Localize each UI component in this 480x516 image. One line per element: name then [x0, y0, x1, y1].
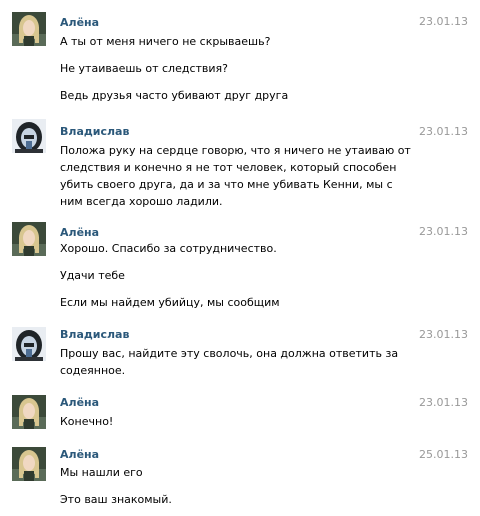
author-link[interactable]: Владислав: [60, 328, 129, 342]
message-text: Прошу вас, найдите эту сволочь, она долж…: [60, 347, 399, 377]
message-text: Удачи тебе: [60, 269, 125, 282]
avatar-alena[interactable]: [12, 395, 46, 429]
author-link[interactable]: Алёна: [60, 448, 99, 462]
message-text: Если мы найдем убийцу, мы сообщим: [60, 296, 280, 309]
message-date[interactable]: 23.01.13: [419, 125, 468, 139]
message-group-alena-1: Алёна 23.01.13 А ты от меня ничего не ск…: [0, 0, 480, 106]
message-text: А ты от меня ничего не скрываешь?: [60, 35, 271, 48]
message-group-vladislav-2: Владислав 23.01.13 Прошу вас, найдите эт…: [0, 316, 480, 384]
user-photo-icon: [12, 12, 46, 46]
message-date[interactable]: 25.01.13: [419, 448, 468, 462]
message-text: Конечно!: [60, 415, 114, 428]
user-photo-icon: [12, 327, 46, 361]
author-link[interactable]: Алёна: [60, 226, 99, 240]
message-date[interactable]: 23.01.13: [419, 225, 468, 239]
message-group-alena-4: Алёна 25.01.13 Мы нашли его Это ваш знак…: [0, 436, 480, 516]
user-photo-icon: [12, 395, 46, 429]
author-link[interactable]: Владислав: [60, 125, 129, 139]
message-text: Хорошо. Спасибо за сотрудничество.: [60, 242, 277, 255]
avatar-alena[interactable]: [12, 222, 46, 256]
message-date[interactable]: 23.01.13: [419, 396, 468, 410]
message-text: Положа руку на сердце говорю, что я ниче…: [60, 144, 411, 208]
message-text: Не утаиваешь от следствия?: [60, 62, 229, 75]
user-photo-icon: [12, 222, 46, 256]
user-photo-icon: [12, 447, 46, 481]
message-text: Мы нашли его: [60, 466, 143, 479]
message-date[interactable]: 23.01.13: [419, 15, 468, 29]
message-group-alena-3: Алёна 23.01.13 Конечно!: [0, 384, 480, 436]
message-date[interactable]: 23.01.13: [419, 328, 468, 342]
avatar-alena[interactable]: [12, 12, 46, 46]
user-photo-icon: [12, 119, 46, 153]
author-link[interactable]: Алёна: [60, 396, 99, 410]
message-text: Это ваш знакомый.: [60, 493, 172, 506]
message-group-vladislav-1: Владислав 23.01.13 Положа руку на сердце…: [0, 106, 480, 210]
avatar-vladislav[interactable]: [12, 327, 46, 361]
avatar-vladislav[interactable]: [12, 119, 46, 153]
avatar-alena[interactable]: [12, 447, 46, 481]
message-history: Алёна 23.01.13 А ты от меня ничего не ск…: [0, 0, 480, 516]
message-group-alena-2: Алёна 23.01.13 Хорошо. Спасибо за сотруд…: [0, 210, 480, 316]
author-link[interactable]: Алёна: [60, 16, 99, 30]
message-text: Ведь друзья часто убивают друг друга: [60, 89, 289, 102]
